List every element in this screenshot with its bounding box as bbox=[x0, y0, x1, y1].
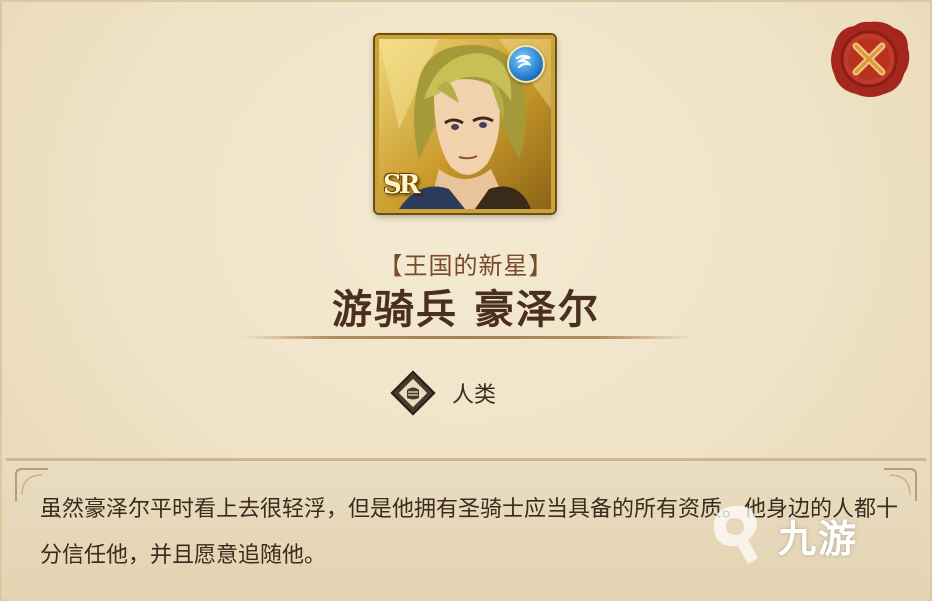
watermark-text: 九游 bbox=[778, 517, 859, 561]
close-icon bbox=[831, 21, 910, 98]
race-fist-icon bbox=[390, 370, 436, 416]
character-epithet: 【王国的新星】 bbox=[378, 252, 554, 280]
title-divider bbox=[240, 336, 692, 339]
wind-element-icon bbox=[507, 45, 545, 83]
character-portrait: SR bbox=[375, 35, 555, 213]
rarity-badge: SR bbox=[383, 170, 420, 200]
close-button[interactable] bbox=[826, 18, 912, 100]
race-row: 人类 bbox=[388, 368, 496, 418]
character-name: 游骑兵 豪泽尔 bbox=[332, 287, 600, 333]
race-label: 人类 bbox=[452, 383, 497, 408]
